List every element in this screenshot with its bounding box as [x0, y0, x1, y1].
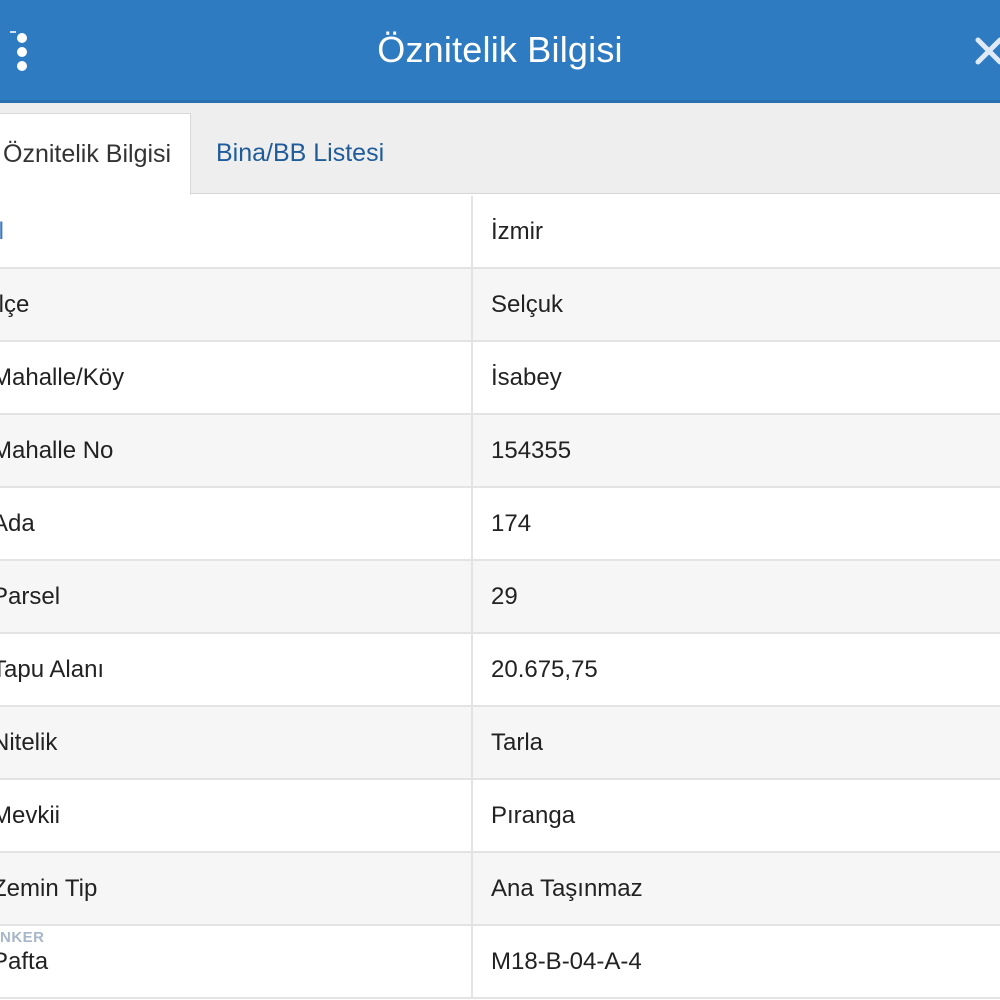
table-row: İlçe Selçuk — [0, 269, 1000, 342]
table-row: İl İzmir — [0, 196, 1000, 269]
row-label: Pafta — [0, 926, 473, 997]
tab-attribute-info[interactable]: Öznitelik Bilgisi — [0, 113, 191, 195]
table-row: Ada 174 — [0, 488, 1000, 561]
row-value: Pıranga — [491, 802, 576, 829]
row-value: M18-B-04-A-4 — [491, 948, 642, 975]
row-value: 174 — [491, 510, 532, 537]
table-row: Pafta M18-B-04-A-4 — [0, 926, 1000, 999]
row-value: Selçuk — [491, 291, 564, 318]
table-row: Mahalle/Köy İsabey — [0, 342, 1000, 415]
row-label: İl — [0, 196, 473, 267]
row-value: 154355 — [491, 437, 572, 464]
attribute-info-window: Öznitelik Bilgisi Öznitelik Bilgisi Bina… — [0, 0, 1000, 1000]
table-row: Parsel 29 — [0, 561, 1000, 634]
row-value: 20.675,75 — [491, 656, 598, 683]
row-label: Tapu Alanı — [0, 634, 473, 705]
table-row: Mevkii Pıranga — [0, 780, 1000, 853]
row-label: Mahalle No — [0, 415, 473, 486]
row-label: Ada — [0, 488, 473, 559]
close-icon[interactable] — [974, 34, 1000, 70]
tab-building-list[interactable]: Bina/BB Listesi — [216, 113, 384, 194]
row-value: Tarla — [491, 729, 544, 756]
row-value: Ana Taşınmaz — [491, 875, 643, 902]
window-title: Öznitelik Bilgisi — [377, 29, 623, 70]
watermark: NKER — [0, 929, 45, 946]
row-label: İlçe — [0, 269, 473, 340]
table-row: Mahalle No 154355 — [0, 415, 1000, 488]
table-row: Nitelik Tarla — [0, 707, 1000, 780]
row-value: 29 — [491, 583, 518, 610]
row-label: Nitelik — [0, 707, 473, 778]
tab-bar: Öznitelik Bilgisi Bina/BB Listesi — [0, 103, 1000, 195]
table-row: Zemin Tip Ana Taşınmaz — [0, 853, 1000, 926]
row-label: Mevkii — [0, 780, 473, 851]
table-row: Tapu Alanı 20.675,75 — [0, 634, 1000, 707]
row-label: Parsel — [0, 561, 473, 632]
attribute-table: İl İzmir İlçe Selçuk Mahalle/Köy İsabey … — [0, 196, 1000, 999]
row-label: Mahalle/Köy — [0, 342, 473, 413]
row-label: Zemin Tip — [0, 853, 473, 924]
row-value: İzmir — [491, 218, 543, 245]
window-header: Öznitelik Bilgisi — [0, 0, 1000, 103]
row-value: İsabey — [491, 364, 562, 391]
